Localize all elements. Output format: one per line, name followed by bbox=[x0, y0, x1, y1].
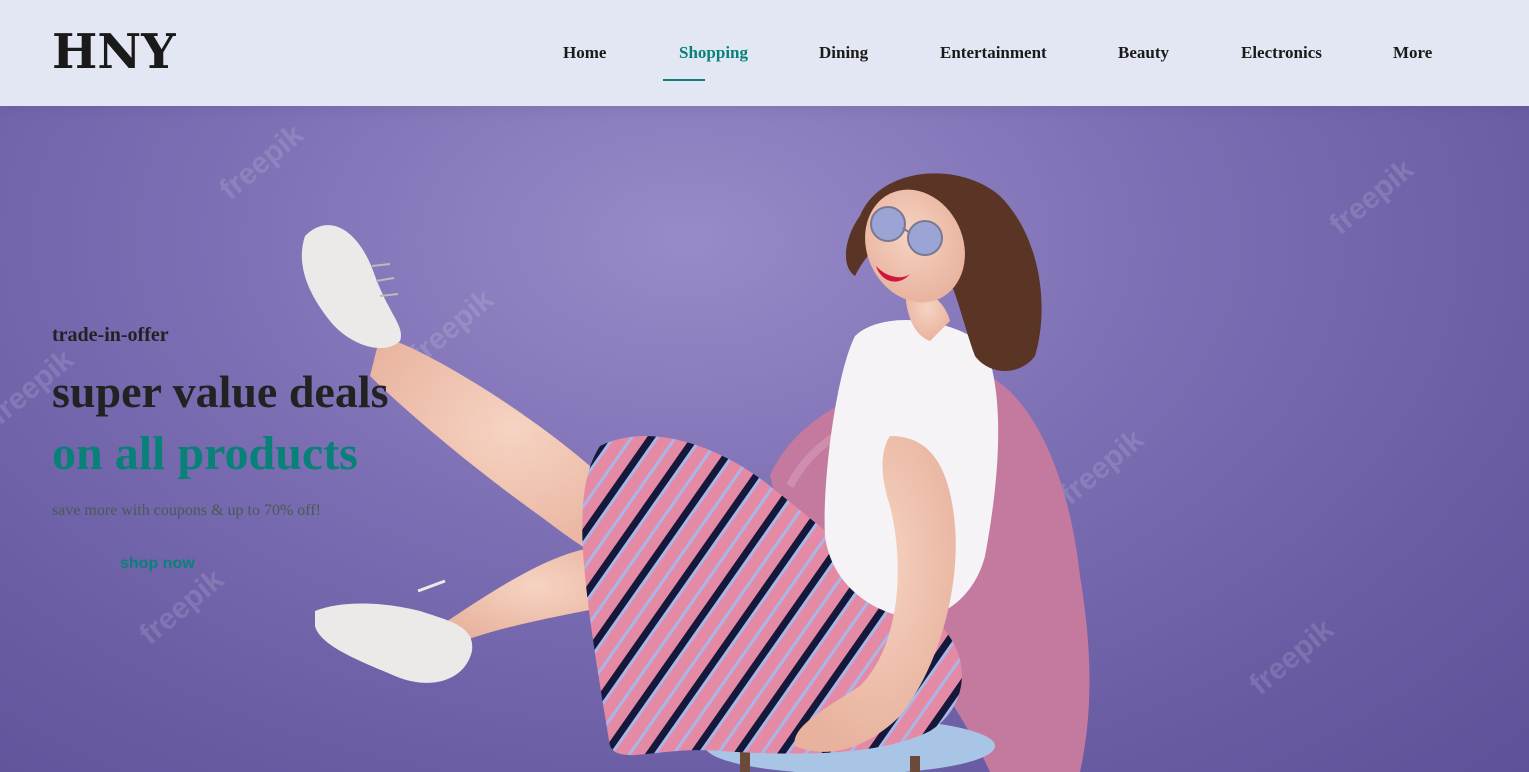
active-nav-underline bbox=[663, 79, 705, 81]
shop-now-label: shop now bbox=[120, 555, 195, 572]
nav-item-home[interactable]: Home bbox=[563, 42, 606, 64]
hero-headline: super value deals bbox=[52, 366, 389, 417]
nav-item-entertainment[interactable]: Entertainment bbox=[940, 42, 1047, 64]
main-nav: Home Shopping Dining Entertainment Beaut… bbox=[0, 0, 1529, 106]
watermark-text: freepik bbox=[1053, 423, 1150, 512]
shop-now-button[interactable]: shop now bbox=[52, 546, 262, 584]
hero-banner: freepik freepik freepik freepik freepik … bbox=[0, 106, 1529, 772]
site-header: HNY Home Shopping Dining Entertainment B… bbox=[0, 0, 1529, 106]
nav-item-shopping[interactable]: Shopping bbox=[679, 42, 748, 64]
nav-item-beauty[interactable]: Beauty bbox=[1118, 42, 1169, 64]
hero-subline: save more with coupons & up to 70% off! bbox=[52, 502, 321, 519]
watermark-text: freepik bbox=[1323, 153, 1420, 242]
hero-headline-accent: on all products bbox=[52, 427, 358, 480]
nav-item-dining[interactable]: Dining bbox=[819, 42, 868, 64]
nav-item-electronics[interactable]: Electronics bbox=[1241, 42, 1322, 64]
hero-kicker: trade-in-offer bbox=[52, 324, 169, 346]
nav-item-more[interactable]: More bbox=[1393, 42, 1432, 64]
watermark-text: freepik bbox=[1243, 613, 1340, 702]
hero-text-block: trade-in-offer super value deals on all … bbox=[52, 106, 552, 772]
